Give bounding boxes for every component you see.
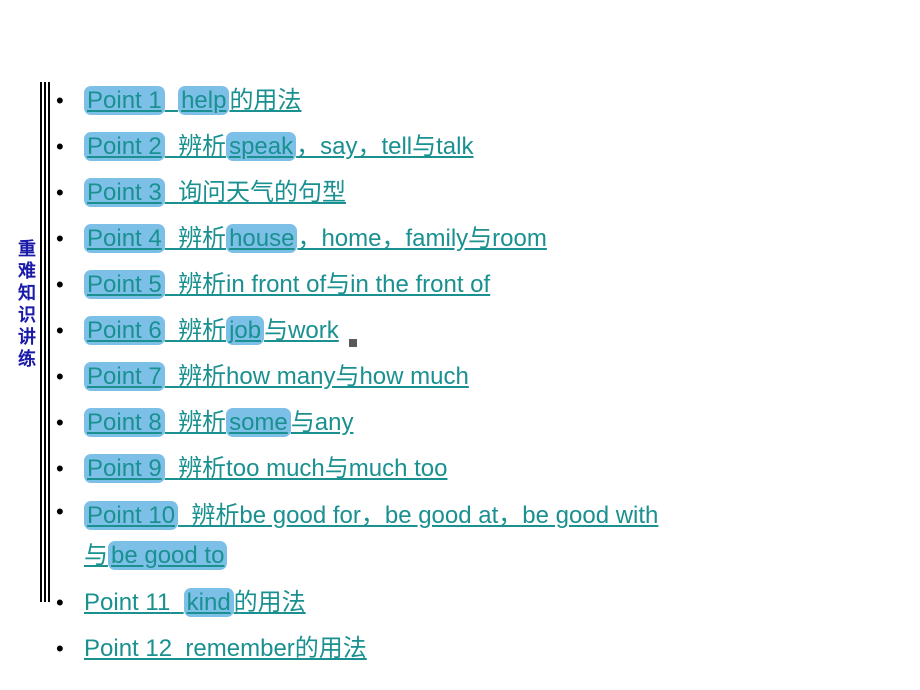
point-num: Point 9 <box>84 454 165 483</box>
points-list: Point 1 help的用法 Point 2 辨析speak，say，tell… <box>48 78 920 672</box>
point-num: Point 5 <box>84 270 165 299</box>
point-text: 辨析 <box>178 317 226 344</box>
sidebar-category-label: 重 难 知 识 讲 练 <box>17 238 37 370</box>
point-num: Point 3 <box>84 178 165 207</box>
point-text: remember的用法 <box>185 635 366 662</box>
point-text: 的用法 <box>229 87 301 114</box>
point-keyword: help <box>178 86 229 115</box>
point-text: ，say，tell与talk <box>296 133 473 160</box>
point-link-9[interactable]: Point 9 辨析too much与much too <box>84 454 448 483</box>
point-text: 辨析be good for，be good at，be good with <box>191 502 658 529</box>
list-item: Point 10 辨析be good for，be good at，be goo… <box>48 492 920 580</box>
point-text: 辨析in front of与in the front of <box>178 271 490 298</box>
point-link-12[interactable]: Point 12 remember的用法 <box>84 635 367 662</box>
point-keyword: job <box>226 316 264 345</box>
point-link-7[interactable]: Point 7 辨析how many与how much <box>84 362 469 391</box>
list-item: Point 8 辨析some与any <box>48 400 920 446</box>
point-link-11[interactable]: Point 11 kind的用法 <box>84 588 306 617</box>
point-link-2[interactable]: Point 2 辨析speak，say，tell与talk <box>84 132 473 161</box>
point-text: 与work <box>264 317 339 344</box>
point-text: 辨析 <box>178 133 226 160</box>
point-num: Point 6 <box>84 316 165 345</box>
point-text: 与 <box>84 542 108 569</box>
point-link-3[interactable]: Point 3 询问天气的句型 <box>84 178 346 207</box>
list-item: Point 11 kind的用法 <box>48 580 920 626</box>
point-link-8[interactable]: Point 8 辨析some与any <box>84 408 353 437</box>
point-text: 辨析too much与much too <box>178 455 447 482</box>
list-item: Point 1 help的用法 <box>48 78 920 124</box>
point-keyword: be good to <box>108 541 227 570</box>
point-text: 辨析 <box>178 409 226 436</box>
point-num: Point 11 <box>84 589 170 616</box>
point-num: Point 1 <box>84 86 165 115</box>
list-item: Point 2 辨析speak，say，tell与talk <box>48 124 920 170</box>
point-num: Point 12 <box>84 635 172 662</box>
point-keyword: speak <box>226 132 296 161</box>
point-link-6[interactable]: Point 6 辨析job与work <box>84 316 339 345</box>
point-text: 辨析how many与how much <box>178 363 469 390</box>
point-keyword: kind <box>184 588 234 617</box>
point-text: 的用法 <box>234 589 306 616</box>
list-item: Point 12 remember的用法 <box>48 626 920 672</box>
point-text: ，home，family与room <box>297 225 546 252</box>
point-text: 辨析 <box>178 225 226 252</box>
list-item: Point 3 询问天气的句型 <box>48 170 920 216</box>
point-keyword: some <box>226 408 291 437</box>
list-item: Point 9 辨析too much与much too <box>48 446 920 492</box>
point-num: Point 4 <box>84 224 165 253</box>
point-link-1[interactable]: Point 1 help的用法 <box>84 86 301 115</box>
point-text: 询问天气的句型 <box>178 179 346 206</box>
point-num: Point 8 <box>84 408 165 437</box>
point-num: Point 10 <box>84 501 178 530</box>
point-link-4[interactable]: Point 4 辨析house，home，family与room <box>84 224 547 253</box>
point-num: Point 7 <box>84 362 165 391</box>
list-item: Point 5 辨析in front of与in the front of <box>48 262 920 308</box>
list-item: Point 6 辨析job与work <box>48 308 920 354</box>
point-text: 与any <box>291 409 354 436</box>
list-item: Point 4 辨析house，home，family与room <box>48 216 920 262</box>
point-link-5[interactable]: Point 5 辨析in front of与in the front of <box>84 270 490 299</box>
point-num: Point 2 <box>84 132 165 161</box>
list-item: Point 7 辨析how many与how much <box>48 354 920 400</box>
point-keyword: house <box>226 224 297 253</box>
point-link-10[interactable]: Point 10 辨析be good for，be good at，be goo… <box>84 501 658 570</box>
